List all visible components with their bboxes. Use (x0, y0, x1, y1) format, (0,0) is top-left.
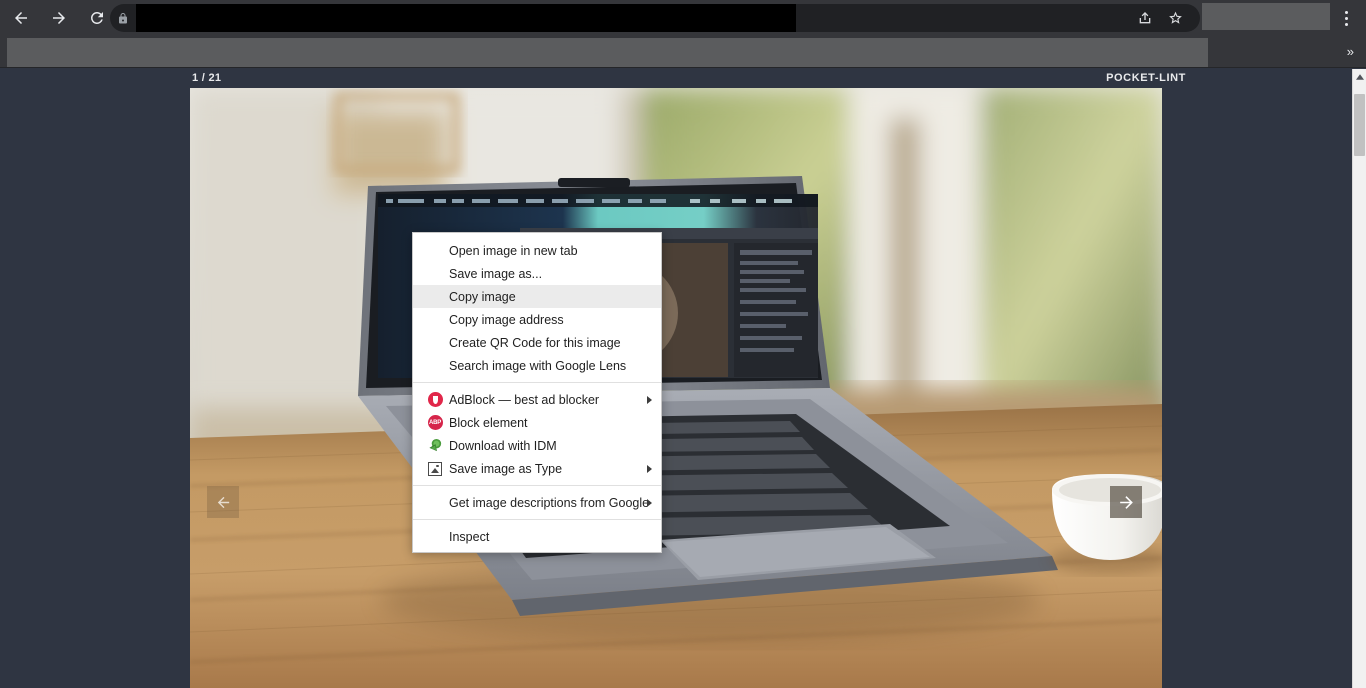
arrow-left-icon (217, 496, 229, 508)
context-menu-item-label: Open image in new tab (449, 243, 578, 258)
adblock-icon-wrapper (427, 392, 443, 408)
share-icon (1139, 12, 1151, 24)
context-menu-item-label: Copy image (449, 289, 516, 304)
idm-icon (428, 438, 441, 452)
submenu-arrow-icon (647, 498, 652, 507)
context-menu-item-label: Get image descriptions from Google (449, 495, 650, 510)
gallery-next-button[interactable] (1110, 486, 1142, 518)
context-menu-separator (413, 485, 661, 486)
context-menu-item[interactable]: Copy image (413, 285, 661, 308)
source-watermark: POCKET-LINT (1106, 72, 1186, 84)
context-menu-separator (413, 382, 661, 383)
bookmark-button[interactable] (1160, 5, 1190, 31)
back-arrow-icon (15, 12, 27, 24)
forward-button[interactable] (42, 1, 76, 35)
gallery-caption-row: 1 / 21 POCKET-LINT (0, 69, 1352, 88)
picture-icon-wrapper (427, 461, 443, 477)
context-menu-item[interactable]: Copy image address (413, 308, 661, 331)
address-bar[interactable] (110, 4, 1200, 32)
context-menu-item-label: AdBlock — best ad blocker (449, 392, 600, 407)
back-button[interactable] (4, 1, 38, 35)
context-menu-item-label: Save image as Type (449, 461, 563, 476)
chrome-menu-button[interactable] (1336, 6, 1356, 30)
context-menu-item[interactable]: Get image descriptions from Google (413, 491, 661, 514)
context-menu-item-label: Download with IDM (449, 438, 557, 453)
context-menu-item[interactable]: Inspect (413, 525, 661, 548)
context-menu-item[interactable]: ABP Block element (413, 411, 661, 434)
context-menu-item-label: Copy image address (449, 312, 564, 327)
adblock-plus-icon-wrapper: ABP (427, 415, 443, 431)
laptop-photo (190, 88, 1162, 688)
lock-icon (110, 12, 136, 25)
context-menu-item[interactable]: Open image in new tab (413, 239, 661, 262)
context-menu-item[interactable]: AdBlock — best ad blocker (413, 388, 661, 411)
context-menu-item-label: Block element (449, 415, 528, 430)
three-dot-menu-icon (1344, 10, 1348, 14)
submenu-arrow-icon (647, 464, 652, 473)
reload-button[interactable] (80, 1, 114, 35)
bookmarks-redacted[interactable] (7, 38, 1208, 67)
context-menu-item[interactable]: Save image as... (413, 262, 661, 285)
slide-counter: 1 / 21 (192, 72, 222, 84)
page-scrollbar[interactable] (1352, 69, 1366, 688)
scroll-up-button[interactable] (1353, 70, 1366, 84)
context-menu-item[interactable]: Save image as Type (413, 457, 661, 480)
context-menu-item-label: Search image with Google Lens (449, 358, 627, 373)
gallery-prev-button[interactable] (207, 486, 239, 518)
context-menu-item[interactable]: Create QR Code for this image (413, 331, 661, 354)
scrollbar-thumb[interactable] (1354, 94, 1365, 156)
reload-icon (90, 11, 103, 24)
context-menu-item-label: Create QR Code for this image (449, 335, 621, 350)
bookmarks-bar: » (0, 36, 1366, 68)
gallery-image[interactable] (190, 88, 1162, 688)
star-icon (1168, 11, 1182, 24)
context-menu-item[interactable]: Search image with Google Lens (413, 354, 661, 377)
context-menu-item-label: Inspect (449, 529, 490, 544)
url-text-redacted[interactable] (136, 4, 796, 32)
context-menu-item[interactable]: Download with IDM (413, 434, 661, 457)
submenu-arrow-icon (647, 395, 652, 404)
context-menu-separator (413, 519, 661, 520)
context-menu-item-label: Save image as... (449, 266, 543, 281)
page-viewport: 1 / 21 POCKET-LINT (0, 69, 1366, 688)
adblock-plus-icon: ABP (427, 415, 443, 430)
forward-arrow-icon (53, 12, 65, 24)
image-context-menu[interactable]: Open image in new tab Save image as... Cop… (412, 232, 662, 553)
adblock-icon (427, 392, 443, 407)
bookmarks-overflow-button[interactable]: » (1347, 44, 1354, 60)
browser-toolbar (0, 0, 1366, 36)
idm-icon-wrapper (427, 438, 443, 454)
chevron-up-icon (1355, 74, 1364, 80)
arrow-right-icon (1119, 495, 1133, 509)
picture-icon (428, 461, 442, 476)
share-button[interactable] (1130, 5, 1160, 31)
extensions-area-redacted[interactable] (1202, 3, 1330, 30)
